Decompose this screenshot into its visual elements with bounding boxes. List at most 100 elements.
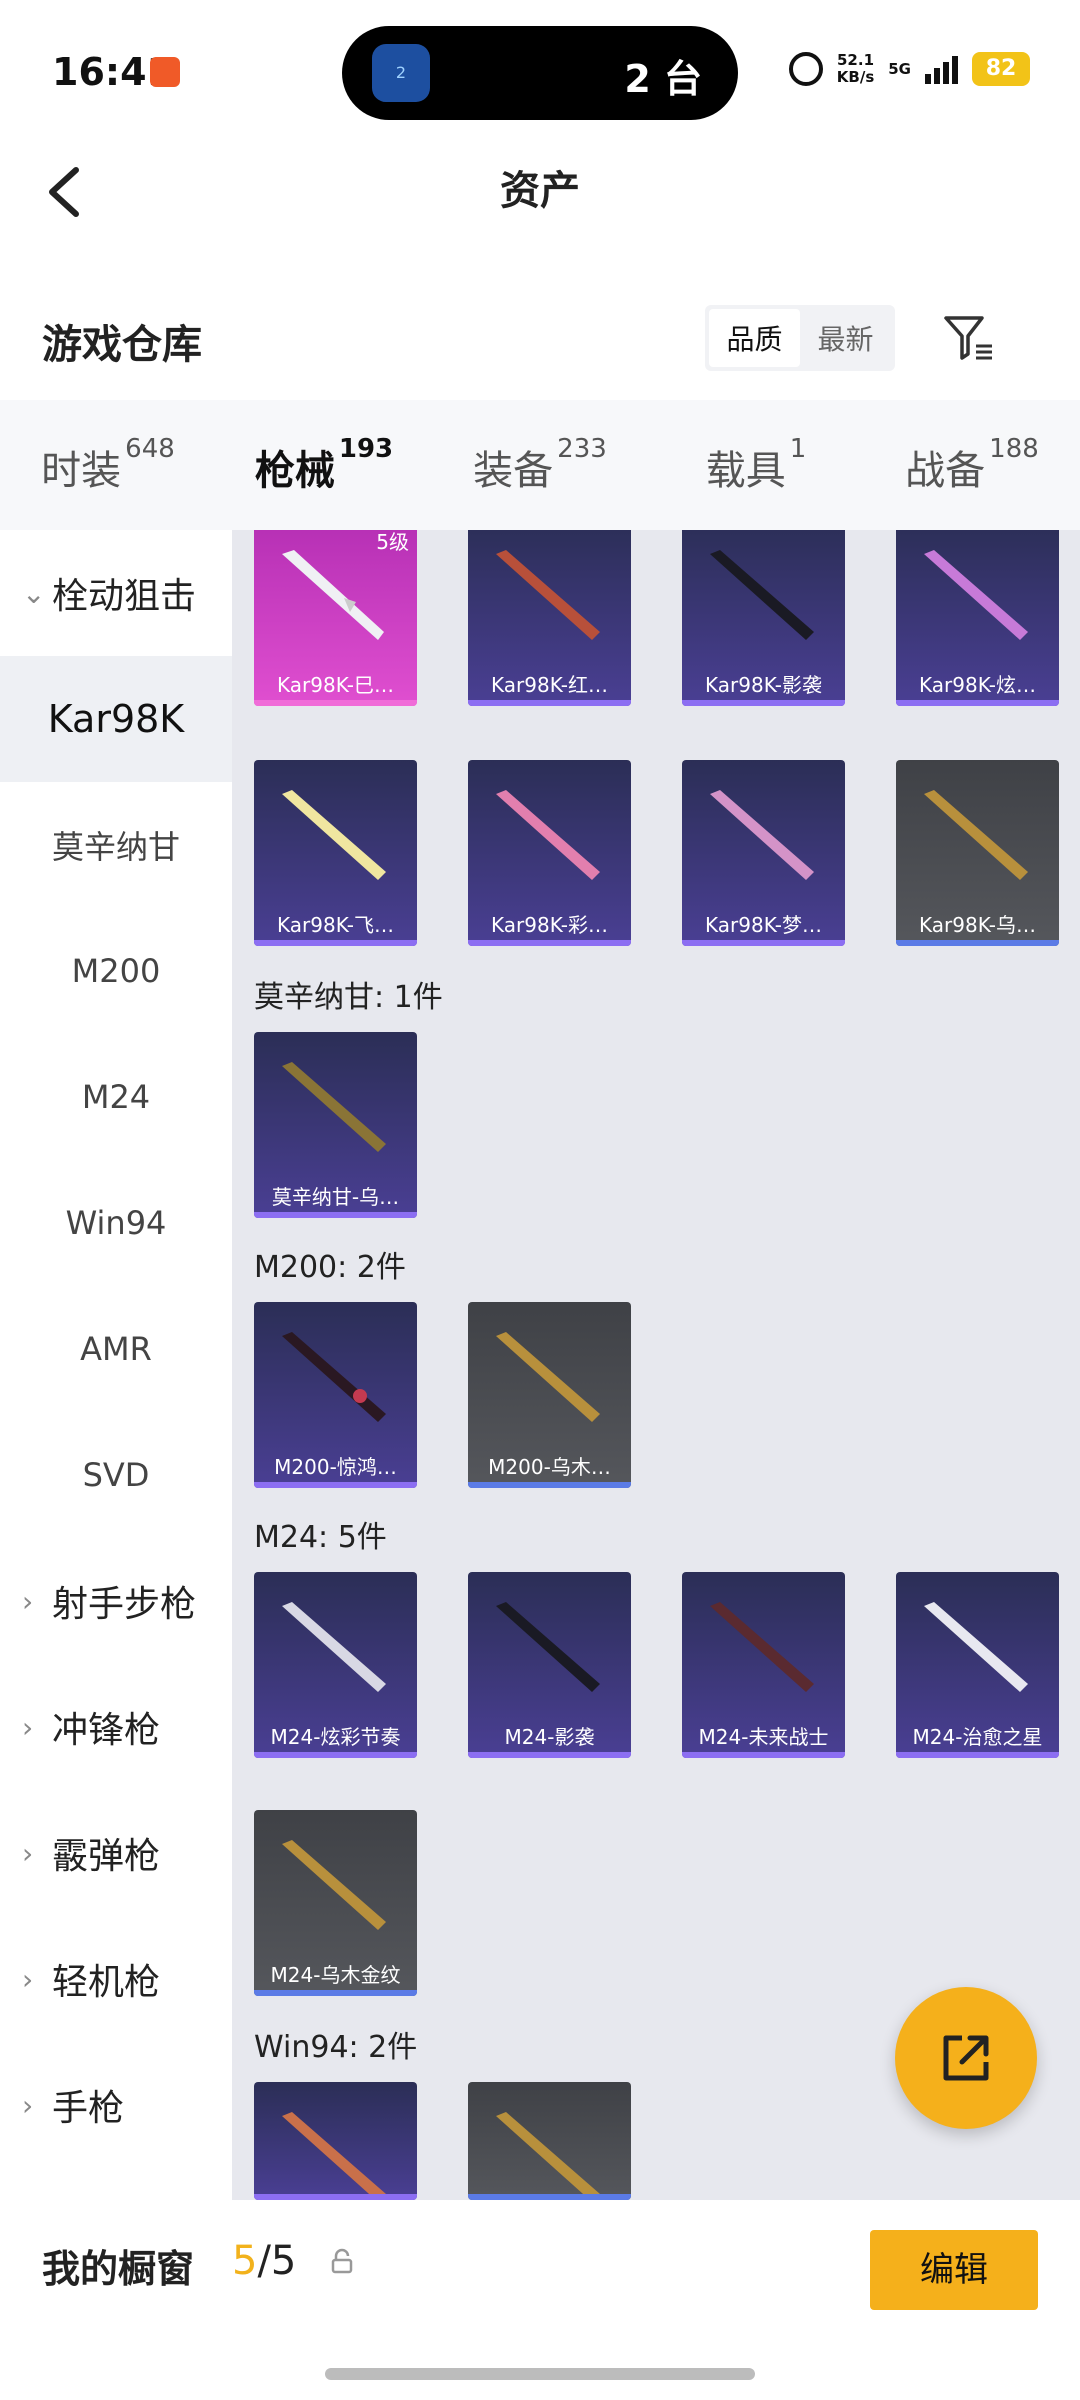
item-card[interactable]: Kar98K-乌… — [896, 760, 1059, 946]
lock-icon — [331, 2248, 353, 2274]
group-label-m24: M24: 5件 — [254, 1520, 387, 1555]
item-card[interactable]: Kar98K-红… — [468, 530, 631, 706]
rifle-icon — [496, 550, 600, 640]
tab-guns[interactable]: 枪械 193 — [216, 434, 432, 541]
item-name: M24-乌木金纹 — [270, 1963, 401, 1987]
edit-button[interactable]: 编辑 — [870, 2230, 1038, 2310]
group-label-m200: M200: 2件 — [254, 1250, 406, 1285]
chevron-right-icon: › — [22, 1710, 34, 1744]
item-card[interactable]: Kar98K-彩… — [468, 760, 631, 946]
sidebar-group-smg[interactable]: › 冲锋枪 — [0, 1664, 232, 1790]
item-name: M24-影袭 — [504, 1725, 595, 1749]
filter-icon[interactable] — [940, 310, 996, 366]
sidebar-group-bolt-action[interactable]: ⌄ 栓动狙击 — [0, 530, 232, 656]
item-card[interactable]: 5级 Kar98K-巳… — [254, 530, 417, 706]
share-button[interactable] — [895, 1987, 1037, 2129]
rifle-icon — [924, 1602, 1028, 1692]
item-name: M24-炫彩节奏 — [270, 1725, 401, 1749]
chevron-right-icon: › — [22, 1962, 34, 1996]
category-tabs: 时装 648 枪械 193 装备 233 载具 1 战备 188 — [0, 400, 1080, 541]
chevron-right-icon: › — [22, 1836, 34, 1870]
rifle-icon — [496, 1602, 600, 1692]
rifle-icon — [710, 1602, 814, 1692]
item-card[interactable]: M24-影袭 — [468, 1572, 631, 1758]
item-name: M200-乌木… — [488, 1455, 611, 1479]
rifle-icon — [924, 790, 1028, 880]
sidebar-item-amr[interactable]: AMR — [0, 1286, 232, 1412]
showcase-count: 5/5 — [232, 2238, 297, 2284]
rifle-icon — [924, 550, 1028, 640]
item-card[interactable]: M24-乌木金纹 — [254, 1810, 417, 1996]
section-title: 游戏仓库 — [42, 322, 202, 368]
item-card[interactable] — [468, 2082, 631, 2200]
sidebar-item-m200[interactable]: M200 — [0, 908, 232, 1034]
battery-icon: 82 — [972, 52, 1030, 86]
item-name: Kar98K-影袭 — [705, 673, 822, 697]
signal-icon — [925, 54, 958, 84]
rifle-icon — [282, 2112, 386, 2200]
notification-app-icon — [150, 57, 180, 87]
rifle-icon — [496, 2112, 600, 2200]
sidebar-item-svd[interactable]: SVD — [0, 1412, 232, 1538]
item-card[interactable]: M24-未来战士 — [682, 1572, 845, 1758]
rifle-icon — [282, 1840, 386, 1930]
sort-toggle: 品质 最新 — [705, 305, 895, 371]
tab-fashion[interactable]: 时装 648 — [0, 434, 216, 496]
tab-vehicles[interactable]: 载具 1 — [648, 434, 864, 496]
item-card[interactable]: 莫辛纳甘-乌… — [254, 1032, 417, 1218]
status-bar: 16:41 2 2 台 52.1 KB/s 5G 82 — [0, 0, 1080, 140]
home-indicator[interactable] — [325, 2368, 755, 2380]
rifle-icon — [282, 1062, 386, 1152]
status-icons: 52.1 KB/s 5G 82 — [788, 51, 1030, 86]
item-name: Kar98K-巳… — [277, 673, 394, 697]
item-grid: 5级 Kar98K-巳… Kar98K-红… Kar98K-影袭 Kar98K-… — [232, 530, 1080, 2200]
network-speed: 52.1 KB/s — [836, 51, 875, 86]
showcase-label: 我的橱窗 — [42, 2247, 195, 2291]
item-name: M24-治愈之星 — [912, 1725, 1043, 1749]
rifle-icon — [282, 550, 384, 640]
sort-newest[interactable]: 最新 — [800, 309, 891, 367]
item-card[interactable]: Kar98K-梦… — [682, 760, 845, 946]
item-card[interactable]: Kar98K-影袭 — [682, 530, 845, 706]
item-card[interactable]: M200-惊鸿… — [254, 1302, 417, 1488]
island-text: 2 台 — [624, 57, 702, 101]
item-card[interactable]: Kar98K-炫… — [896, 530, 1059, 706]
item-name: Kar98K-红… — [491, 673, 608, 697]
rifle-icon — [710, 790, 814, 880]
sidebar-item-mosin[interactable]: 莫辛纳甘 — [0, 782, 232, 908]
sidebar-item-m24[interactable]: M24 — [0, 1034, 232, 1160]
broadcast-icon: 2 — [372, 44, 430, 102]
warehouse-header: 游戏仓库 品质 最新 — [0, 280, 1080, 400]
sidebar-group-pistol[interactable]: › 手枪 — [0, 2042, 232, 2168]
page-title: 资产 — [500, 168, 580, 214]
item-level: 5级 — [376, 530, 409, 554]
sidebar-item-kar98k[interactable]: Kar98K — [0, 656, 232, 782]
sidebar-group-lmg[interactable]: › 轻机枪 — [0, 1916, 232, 2042]
dynamic-island[interactable]: 2 2 台 — [342, 26, 738, 120]
top-bar: 资产 — [0, 140, 1080, 240]
rifle-icon — [282, 1602, 386, 1692]
item-card[interactable]: M24-治愈之星 — [896, 1572, 1059, 1758]
tab-equipment[interactable]: 装备 233 — [432, 434, 648, 496]
item-name: M200-惊鸿… — [274, 1455, 397, 1479]
tab-supplies[interactable]: 战备 188 — [864, 434, 1080, 496]
sort-quality[interactable]: 品质 — [709, 309, 800, 367]
sidebar-item-win94[interactable]: Win94 — [0, 1160, 232, 1286]
item-card[interactable]: M200-乌木… — [468, 1302, 631, 1488]
rifle-icon — [282, 1332, 386, 1422]
sidebar-group-marksman[interactable]: › 射手步枪 — [0, 1538, 232, 1664]
item-name: Kar98K-乌… — [919, 913, 1036, 937]
category-sidebar: ⌄ 栓动狙击 Kar98K 莫辛纳甘 M200 M24 Win94 AMR SVD… — [0, 530, 232, 2200]
chevron-right-icon: › — [22, 2088, 34, 2122]
item-name: Kar98K-梦… — [705, 913, 822, 937]
item-card[interactable] — [254, 2082, 417, 2200]
item-name: Kar98K-彩… — [491, 913, 608, 937]
sidebar-group-shotgun[interactable]: › 霰弹枪 — [0, 1790, 232, 1916]
item-card[interactable]: M24-炫彩节奏 — [254, 1572, 417, 1758]
rifle-icon — [496, 1332, 600, 1422]
item-name: M24-未来战士 — [698, 1725, 829, 1749]
item-name: 莫辛纳甘-乌… — [271, 1185, 400, 1209]
showcase-bar: 我的橱窗 5/5 编辑 — [0, 2200, 1080, 2320]
item-card[interactable]: Kar98K-飞… — [254, 760, 417, 946]
alarm-icon — [788, 52, 823, 86]
